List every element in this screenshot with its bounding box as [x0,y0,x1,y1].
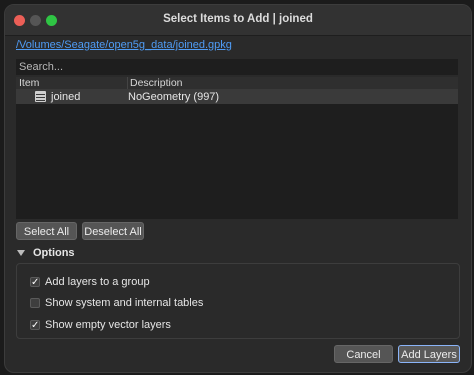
add-layers-to-group-checkbox[interactable]: ✓ [30,277,40,288]
tree-row[interactable]: joined NoGeometry (997) [16,90,458,104]
title-bar: Select Items to Add | joined [5,5,471,36]
file-path-link[interactable]: /Volumes/Seagate/open5g_data/joined.gpkg [16,39,232,51]
items-tree[interactable]: Item Description joined NoGeometry (997) [16,77,458,219]
deselect-all-button[interactable]: Deselect All [82,222,144,240]
collapse-triangle-icon [17,250,25,257]
column-header-item[interactable]: Item [19,77,39,89]
options-group: ✓ Add layers to a group Show system and … [16,263,460,339]
option-label: Show system and internal tables [45,297,204,309]
select-all-button[interactable]: Select All [16,222,77,240]
add-layers-button[interactable]: Add Layers [398,345,460,363]
add-items-dialog: Select Items to Add | joined /Volumes/Se… [4,4,472,373]
show-system-tables-checkbox[interactable] [30,298,40,308]
show-empty-vector-layers-checkbox[interactable]: ✓ [30,320,40,331]
row-description: NoGeometry (997) [128,91,220,103]
options-section-header[interactable]: Options [17,247,75,259]
table-icon [35,91,46,102]
window-title: Select Items to Add | joined [163,13,313,25]
tree-header: Item Description [16,77,458,90]
row-item-name: joined [51,91,81,103]
cancel-button[interactable]: Cancel [334,345,393,363]
column-header-description[interactable]: Description [127,77,183,89]
options-header-label: Options [33,247,75,259]
option-label: Add layers to a group [45,276,150,288]
search-input[interactable] [16,59,458,75]
option-label: Show empty vector layers [45,319,171,331]
